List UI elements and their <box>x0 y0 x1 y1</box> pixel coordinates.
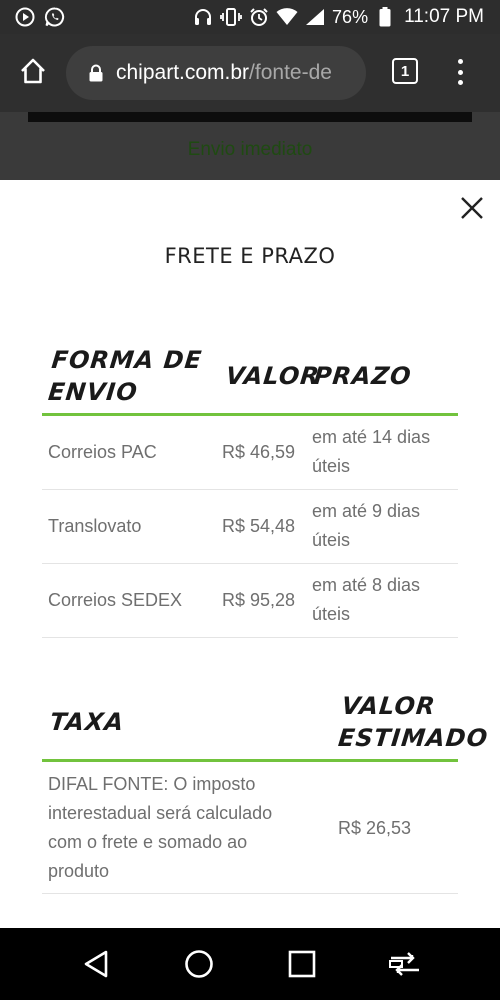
header-forma-de-envio: FORMA DE ENVIO <box>47 344 204 408</box>
headphones-icon <box>192 6 214 28</box>
home-icon[interactable] <box>18 56 48 86</box>
table-row: Correios SEDEX R$ 95,28 em até 8 dias út… <box>42 564 458 638</box>
recents-icon[interactable] <box>282 944 322 984</box>
header-valor: VALOR <box>224 362 322 390</box>
header-forma-line2: ENVIO <box>46 378 140 406</box>
modal-title: FRETE E PRAZO <box>164 244 336 268</box>
header-prazo: PRAZO <box>312 362 413 390</box>
alarm-icon <box>248 6 270 28</box>
tax-desc-line2: interestadual será calculado <box>48 803 273 823</box>
shipping-method: Correios SEDEX <box>48 590 183 610</box>
battery-percent: 76% <box>332 6 369 27</box>
status-bar: 76% 11:07 PM <box>0 0 500 34</box>
deadline-line2: úteis <box>312 456 351 476</box>
system-nav-bar <box>0 928 500 1000</box>
deadline-line1: em até 14 dias <box>312 427 431 447</box>
tab-switcher-button[interactable]: 1 <box>392 58 418 84</box>
tax-desc-line4: produto <box>48 861 110 881</box>
clock-time: 11:07 PM <box>404 6 484 27</box>
wifi-icon <box>276 6 298 28</box>
url-path: /fonte-de <box>249 61 332 84</box>
tax-desc-line1: DIFAL FONTE: O imposto <box>48 774 256 794</box>
back-icon[interactable] <box>76 944 116 984</box>
header-forma-line1: FORMA DE <box>50 346 204 374</box>
url-text: chipart.com.br/fonte-de <box>116 61 332 85</box>
shipping-value: R$ 95,28 <box>222 590 296 610</box>
tax-table-header: TAXA VALOR ESTIMADO <box>42 684 490 762</box>
signal-icon <box>304 6 326 28</box>
deadline-line1: em até 9 dias <box>312 501 421 521</box>
switch-app-icon[interactable] <box>385 944 425 984</box>
close-icon[interactable] <box>460 196 484 220</box>
status-right: 76% 11:07 PM <box>192 6 484 28</box>
behind-divider <box>28 112 472 122</box>
shipping-deadline: em até 9 dias úteis <box>312 497 420 555</box>
tax-desc-line3: com o frete e somado ao <box>48 832 248 852</box>
deadline-line2: úteis <box>312 530 351 550</box>
play-circle-icon <box>14 6 36 28</box>
page-behind-overlay: Envio imediato <box>0 112 500 180</box>
deadline-line2: úteis <box>312 604 351 624</box>
shipping-method: Translovato <box>48 516 142 536</box>
tax-table: TAXA VALOR ESTIMADO DIFAL FONTE: O impos… <box>42 684 490 894</box>
behind-status-text: Envio imediato <box>187 139 313 160</box>
home-circle-icon[interactable] <box>179 944 219 984</box>
vibrate-icon <box>220 6 242 28</box>
status-left <box>14 6 66 28</box>
header-taxa: TAXA <box>48 708 126 736</box>
table-row: DIFAL FONTE: O imposto interestadual ser… <box>42 762 458 894</box>
battery-icon <box>374 6 396 28</box>
shipping-value: R$ 46,59 <box>222 442 296 462</box>
overflow-menu-icon[interactable] <box>450 56 470 88</box>
shipping-deadline: em até 14 dias úteis <box>312 423 430 481</box>
url-domain: chipart.com.br <box>116 61 250 84</box>
shipping-value: R$ 54,48 <box>222 516 296 536</box>
header-valor-estimado: VALOR ESTIMADO <box>337 690 493 754</box>
shipping-deadline: em até 8 dias úteis <box>312 571 420 629</box>
whatsapp-icon <box>44 6 66 28</box>
deadline-line1: em até 8 dias <box>312 575 421 595</box>
tab-count: 1 <box>400 62 410 80</box>
shipping-table-header: FORMA DE ENVIO VALOR PRAZO <box>42 340 458 416</box>
tax-value: R$ 26,53 <box>338 818 412 838</box>
shipping-method: Correios PAC <box>48 442 157 462</box>
table-row: Correios PAC R$ 46,59 em até 14 dias úte… <box>42 416 458 490</box>
shipping-modal: FRETE E PRAZO FORMA DE ENVIO VALOR PRAZO… <box>0 180 500 928</box>
header-valor-line2: ESTIMADO <box>336 724 490 752</box>
browser-toolbar: chipart.com.br/fonte-de 1 <box>0 34 500 112</box>
url-bar[interactable]: chipart.com.br/fonte-de <box>66 46 366 100</box>
lock-icon <box>88 64 104 82</box>
table-row: Translovato R$ 54,48 em até 9 dias úteis <box>42 490 458 564</box>
tax-description: DIFAL FONTE: O imposto interestadual ser… <box>48 770 272 886</box>
header-valor-line1: VALOR <box>340 692 437 720</box>
shipping-table: FORMA DE ENVIO VALOR PRAZO Correios PAC … <box>42 340 458 638</box>
